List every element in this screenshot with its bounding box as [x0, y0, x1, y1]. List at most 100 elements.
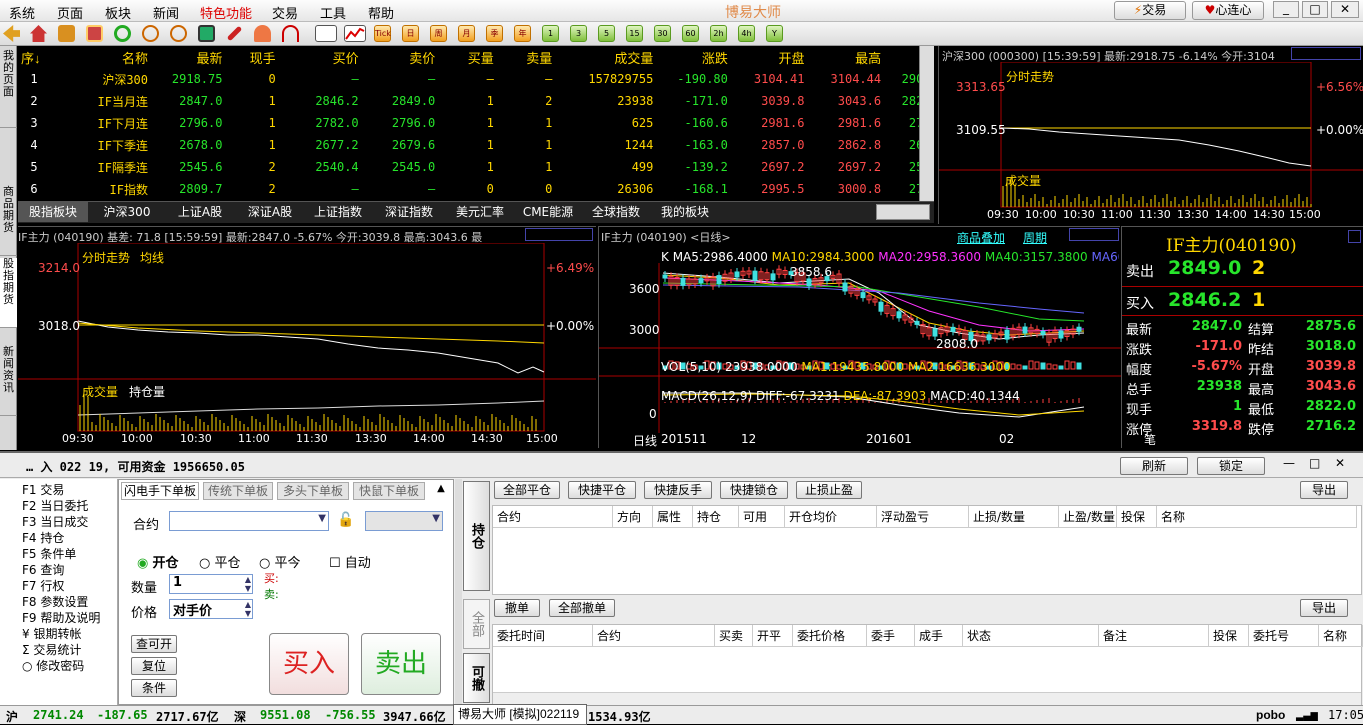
database-icon[interactable]	[58, 25, 75, 42]
position-col-4[interactable]: 可用	[739, 506, 785, 528]
refresh-button[interactable]: 刷新	[1120, 457, 1188, 475]
intraday-controls[interactable]	[525, 228, 593, 241]
position-col-8[interactable]: 止盈/数量	[1059, 506, 1117, 528]
order-col-2[interactable]: 买卖	[715, 625, 753, 647]
trade-nav-item-3[interactable]: F4 持仓	[22, 529, 64, 546]
splitter[interactable]	[455, 479, 462, 705]
board-tab-6[interactable]: 美元汇率	[446, 202, 514, 222]
menu-sector[interactable]: 板块	[105, 3, 131, 22]
period-button-14[interactable]: Y	[766, 25, 783, 42]
close-button[interactable]: ✕	[1331, 1, 1359, 18]
quote-col-11[interactable]: 最高	[807, 46, 884, 68]
period-button-2[interactable]: 周	[430, 25, 447, 42]
order-col-4[interactable]: 委托价格	[793, 625, 867, 647]
quote-col-7[interactable]: 卖量	[497, 46, 556, 68]
vtab-positions[interactable]: 持仓	[463, 481, 490, 591]
table-icon[interactable]	[315, 25, 337, 42]
vtab-cancelable[interactable]: 可撤	[463, 653, 490, 703]
orders-scrollbar[interactable]	[493, 692, 1361, 705]
position-col-0[interactable]: 合约	[493, 506, 613, 528]
side-tab-commodity[interactable]: 商品期货	[0, 186, 17, 256]
position-button-1[interactable]: 快捷平仓	[568, 481, 636, 499]
side-tab-news[interactable]: 新闻资讯	[0, 346, 17, 416]
trade-nav-item-1[interactable]: F2 当日委托	[22, 497, 88, 514]
quote-col-5[interactable]: 卖价	[362, 46, 439, 68]
funnel-icon[interactable]	[282, 25, 299, 42]
order-tab-1[interactable]: 传统下单板	[203, 482, 273, 500]
query-button[interactable]: 查可开	[131, 635, 177, 653]
zoom-out-icon[interactable]	[170, 25, 187, 42]
period-button-1[interactable]: 日	[402, 25, 419, 42]
order-col-3[interactable]: 开平	[753, 625, 793, 647]
order-button-1[interactable]: 全部撤单	[549, 599, 615, 617]
period-button-0[interactable]: Tick	[374, 25, 391, 42]
sell-button[interactable]: 卖出	[361, 633, 441, 695]
order-col-11[interactable]: 名称	[1319, 625, 1363, 647]
price-stepper-icon[interactable]: ▲ ▼	[245, 600, 251, 618]
order-tab-2[interactable]: 多头下单板	[277, 482, 349, 500]
trade-nav-item-8[interactable]: F9 帮助及说明	[22, 609, 100, 626]
quote-col-4[interactable]: 买价	[279, 46, 362, 68]
quote-row[interactable]: 4 IF下季连 2678.0 1 2677.2 2679.6 1 1 1244 -163.0 285…	[18, 134, 934, 156]
position-button-2[interactable]: 快捷反手	[644, 481, 712, 499]
period-button[interactable]: 周期	[1023, 229, 1047, 246]
board-tab-8[interactable]: 全球指数	[582, 202, 650, 222]
order-col-7[interactable]: 状态	[963, 625, 1099, 647]
trade-nav-item-0[interactable]: F1 交易	[22, 481, 64, 498]
xinlian-button[interactable]: ♥心连心	[1192, 1, 1264, 20]
trade-minimize-icon[interactable]: —	[1283, 456, 1295, 470]
period-button-6[interactable]: 1	[542, 25, 559, 42]
quote-scrollbar[interactable]	[919, 46, 934, 201]
condition-button[interactable]: 条件	[131, 679, 177, 697]
trade-nav-item-4[interactable]: F5 条件单	[22, 545, 76, 562]
hand-icon[interactable]	[254, 25, 271, 42]
quote-col-0[interactable]: 序↓	[18, 46, 50, 68]
board-tab-9[interactable]: 我的板块	[653, 202, 717, 222]
order-col-1[interactable]: 合约	[593, 625, 715, 647]
menu-help[interactable]: 帮助	[368, 3, 394, 22]
position-col-6[interactable]: 浮动盈亏	[877, 506, 969, 528]
radio-close-today[interactable]: ○ 平今	[259, 552, 301, 571]
order-tab-0[interactable]: 闪电手下单板	[121, 482, 199, 500]
order-col-0[interactable]: 委托时间	[493, 625, 593, 647]
radio-open[interactable]: ◉ 开仓	[137, 552, 179, 571]
quote-row[interactable]: 6IF指数2809.72——0026306-168.12995.53000.82…	[18, 178, 934, 200]
price-input[interactable]: 对手价 ▲ ▼	[169, 599, 253, 619]
position-col-2[interactable]: 属性	[653, 506, 693, 528]
trade-nav-item-6[interactable]: F7 行权	[22, 577, 64, 594]
kline-controls[interactable]	[1069, 228, 1119, 241]
period-button-3[interactable]: 月	[458, 25, 475, 42]
quote-col-10[interactable]: 开盘	[731, 46, 808, 68]
position-button-0[interactable]: 全部平仓	[494, 481, 560, 499]
quote-col-1[interactable]: 名称	[50, 46, 151, 68]
back-icon[interactable]	[3, 25, 20, 42]
period-button-5[interactable]: 年	[514, 25, 531, 42]
order-col-8[interactable]: 备注	[1099, 625, 1209, 647]
home-icon[interactable]	[30, 25, 47, 42]
period-button-11[interactable]: 60	[682, 25, 699, 42]
zoom-in-icon[interactable]	[142, 25, 159, 42]
order-button-0[interactable]: 撤单	[494, 599, 540, 617]
period-button-13[interactable]: 4h	[738, 25, 755, 42]
position-col-10[interactable]: 名称	[1157, 506, 1357, 528]
menu-trade[interactable]: 交易	[272, 3, 298, 22]
window-icon[interactable]	[198, 25, 215, 42]
board-tab-4[interactable]: 上证指数	[305, 202, 371, 222]
quote-row[interactable]: 3 IF下月连 2796.0 1 2782.0 2796.0 1 1 625 -160.6 2981…	[18, 112, 934, 134]
position-button-3[interactable]: 快捷锁仓	[720, 481, 788, 499]
order-col-10[interactable]: 委托号	[1249, 625, 1319, 647]
pen-icon[interactable]	[226, 25, 243, 42]
minimize-button[interactable]: _	[1273, 1, 1299, 18]
board-tab-3[interactable]: 深证A股	[238, 202, 302, 222]
quote-row[interactable]: 5 IF隔季连 2545.6 2 2540.4 2545.0 1 1 499 -139.2 2697…	[18, 156, 934, 178]
trade-nav-item-5[interactable]: F6 查询	[22, 561, 64, 578]
position-col-1[interactable]: 方向	[613, 506, 653, 528]
trade-nav-item-11[interactable]: ○ 修改密码	[22, 657, 84, 674]
radio-close[interactable]: ○ 平仓	[199, 552, 241, 571]
quote-col-6[interactable]: 买量	[438, 46, 497, 68]
position-col-7[interactable]: 止损/数量	[969, 506, 1059, 528]
position-col-5[interactable]: 开仓均价	[785, 506, 877, 528]
vtab-all[interactable]: 全部	[463, 599, 490, 649]
period-button-9[interactable]: 15	[626, 25, 643, 42]
contract-select[interactable]: ▼	[169, 511, 329, 531]
